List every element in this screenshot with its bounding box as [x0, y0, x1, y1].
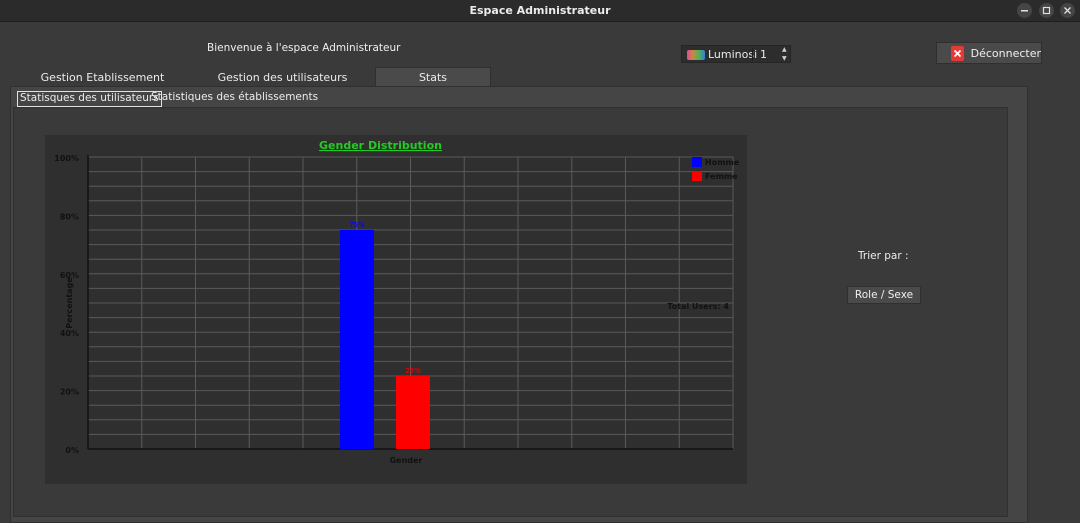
minimize-button[interactable] — [1017, 3, 1032, 18]
sort-role-sex-button[interactable]: Role / Sexe — [847, 286, 921, 304]
y-tick-label: 40% — [60, 329, 79, 338]
bar-femme — [396, 376, 430, 449]
legend-swatch-homme — [692, 157, 702, 167]
tab-stats[interactable]: Stats — [375, 67, 491, 87]
tab-label: Gestion des utilisateurs — [217, 70, 348, 84]
chevron-down-icon[interactable]: ▼ — [782, 56, 787, 62]
window-title: Espace Administrateur — [469, 4, 611, 17]
legend-label: Femme — [705, 172, 738, 181]
maximize-icon — [1042, 6, 1051, 15]
sort-label: Trier par : — [858, 250, 909, 262]
chevron-up-icon[interactable]: ▲ — [782, 47, 787, 53]
logout-x-icon — [951, 45, 964, 61]
tab-label: Stats — [418, 71, 448, 84]
subtab-establishment-stats[interactable]: Statistiques des établissements — [149, 91, 320, 107]
disconnect-button[interactable]: Déconnecter — [936, 42, 1042, 64]
y-tick-label: 20% — [60, 388, 79, 397]
x-axis-label: Gender — [390, 456, 423, 465]
legend-swatch-femme — [692, 171, 702, 181]
maximize-button[interactable] — [1039, 3, 1054, 18]
welcome-text: Bienvenue à l'espace Administrateur — [207, 42, 401, 54]
tab-gestion-utilisateurs[interactable]: Gestion des utilisateurs — [205, 67, 360, 87]
total-users-annotation: Total Users: 4 — [667, 302, 729, 311]
tab-gestion-etablissement[interactable]: Gestion Etablissement — [30, 67, 175, 87]
y-tick-label: 0% — [65, 446, 79, 455]
disconnect-label: Déconnecter — [970, 46, 1041, 60]
bar-homme — [340, 230, 374, 449]
chart-panel: 0% 20% 40% 60% 80% 100% Gender Distribution 75%… — [45, 135, 747, 484]
luminosity-value[interactable]: 1 — [760, 48, 767, 61]
luminosity-separator — [752, 48, 753, 61]
luminosity-spinner[interactable]: Luminosi 1 ▲ ▼ — [681, 45, 791, 63]
subtab-user-stats[interactable]: Statisques des utilisateurs — [17, 91, 162, 107]
window-titlebar: Espace Administrateur — [0, 0, 1080, 22]
minimize-icon — [1021, 10, 1028, 12]
y-tick-label: 100% — [54, 154, 79, 163]
close-window-button[interactable] — [1060, 3, 1075, 18]
y-tick-label: 80% — [60, 212, 79, 221]
y-axis-label: Percentage — [65, 277, 74, 329]
close-icon — [1064, 7, 1071, 14]
luminosity-stepper[interactable]: ▲ ▼ — [781, 47, 791, 62]
bar-value-label: 75% — [349, 221, 365, 229]
palette-icon — [687, 50, 705, 60]
tab-label: Gestion Etablissement — [40, 70, 165, 84]
gender-distribution-chart: 0%20%40%60%80%100%Gender Distribution75%… — [54, 139, 740, 465]
luminosity-label: Luminosi — [708, 48, 758, 61]
legend-label: Homme — [705, 158, 740, 167]
bar-value-label: 25% — [405, 367, 421, 375]
chart-title: Gender Distribution — [319, 139, 442, 152]
